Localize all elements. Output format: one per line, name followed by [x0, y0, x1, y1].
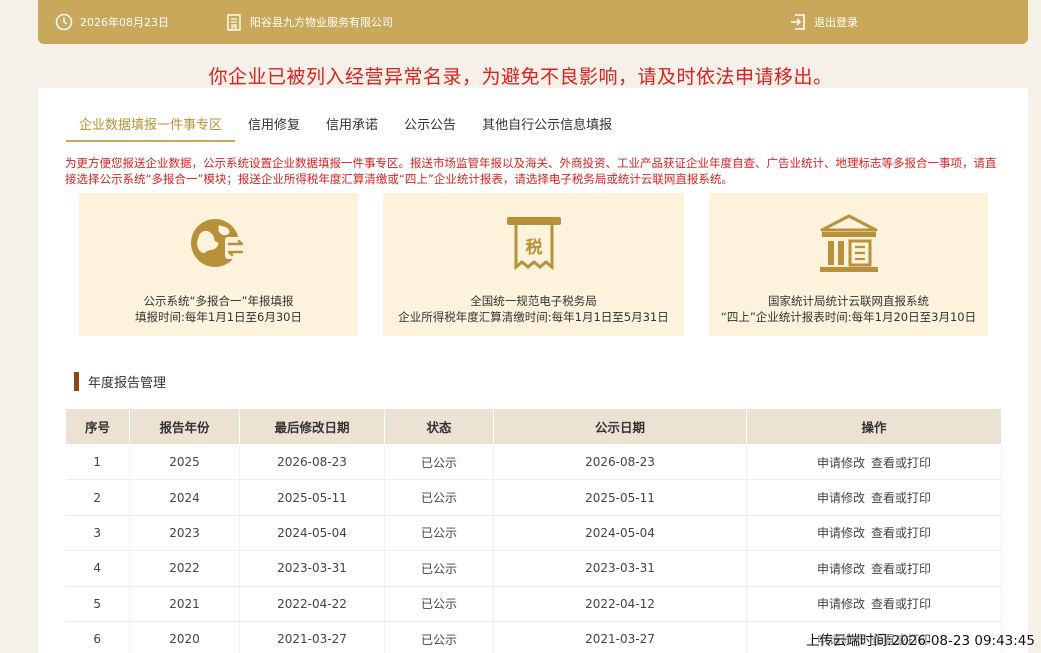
- view-print-link[interactable]: 查看或打印: [871, 526, 931, 540]
- upload-timestamp: 上传云端时间:2026-08-23 09:43:45: [806, 633, 1035, 649]
- section-title: 年度报告管理: [74, 372, 166, 391]
- tile-annual-report-title: 公示系统“多报合一”年报填报: [143, 294, 294, 308]
- table-row: 4 2022 2023-03-31 已公示 2023-03-31 申请修改 查看或打印: [65, 550, 1002, 587]
- cell-status: 已公示: [384, 444, 494, 481]
- cell-no: 3: [65, 515, 130, 552]
- apply-modify-link[interactable]: 申请修改: [817, 456, 865, 470]
- cell-published: 2024-05-04: [493, 515, 747, 552]
- company-display: 阳谷县九方物业服务有限公司: [224, 0, 393, 44]
- cell-published: 2025-05-11: [493, 479, 747, 516]
- apply-modify-link[interactable]: 申请修改: [817, 597, 865, 611]
- main-panel: 企业数据填报一件事专区 信用修复 信用承诺 公示公告 其他自行公示信息填报 为更…: [38, 88, 1028, 653]
- cell-status: 已公示: [384, 621, 494, 653]
- company-name: 阳谷县九方物业服务有限公司: [250, 16, 393, 29]
- view-print-link[interactable]: 查看或打印: [871, 491, 931, 505]
- cell-no: 6: [65, 621, 130, 653]
- cell-modified: 2024-05-04: [239, 515, 385, 552]
- cell-year: 2025: [129, 444, 240, 481]
- cell-no: 2: [65, 479, 130, 516]
- table-body: 1 2025 2026-08-23 已公示 2026-08-23 申请修改 查看或打印 2 20…: [65, 444, 1002, 653]
- tile-e-tax[interactable]: 税 全国统一规范电子税务局 企业所得税年度汇算清缴时间:每年1月1日至5月31日: [383, 193, 684, 336]
- globe-exchange-icon: [187, 213, 251, 277]
- cell-actions: 申请修改 查看或打印: [746, 479, 1002, 516]
- cell-published: 2023-03-31: [493, 550, 747, 587]
- date-display: 2026年08月23日: [54, 0, 169, 44]
- tab-other-disclosure[interactable]: 其他自行公示信息填报: [469, 106, 625, 142]
- abnormal-list-notice: 你企业已被列入经营异常名录，为避免不良影响，请及时依法申请移出。: [208, 66, 833, 88]
- col-header-status: 状态: [384, 408, 494, 445]
- table-row: 3 2023 2024-05-04 已公示 2024-05-04 申请修改 查看或打印: [65, 515, 1002, 552]
- cell-modified: 2025-05-11: [239, 479, 385, 516]
- svg-text:税: 税: [525, 237, 542, 258]
- top-bar: 2026年08月23日 阳谷县九方物业服务有限公司 退出登录: [38, 0, 1028, 44]
- cell-status: 已公示: [384, 479, 494, 516]
- tile-e-tax-title: 全国统一规范电子税务局: [470, 294, 597, 308]
- table-row: 1 2025 2026-08-23 已公示 2026-08-23 申请修改 查看或打印: [65, 444, 1002, 481]
- col-header-published: 公示日期: [493, 408, 747, 445]
- logout-icon: [788, 12, 808, 32]
- tile-annual-report[interactable]: 公示系统“多报合一”年报填报 填报时间:每年1月1日至6月30日: [79, 193, 358, 336]
- cell-modified: 2023-03-31: [239, 550, 385, 587]
- cell-status: 已公示: [384, 550, 494, 587]
- cell-year: 2021: [129, 586, 240, 622]
- tile-statistics[interactable]: 国家统计局统计云联网直报系统 “四上”企业统计报表时间:每年1月20日至3月10…: [709, 193, 988, 336]
- table-header-row: 序号 报告年份 最后修改日期 状态 公示日期 操作: [65, 408, 1002, 445]
- annual-report-table: 序号 报告年份 最后修改日期 状态 公示日期 操作 1 2025 2026-08-2…: [65, 408, 1002, 653]
- table-row: 5 2021 2022-04-22 已公示 2022-04-12 申请修改 查看或打印: [65, 586, 1002, 622]
- cell-actions: 申请修改 查看或打印: [746, 550, 1002, 587]
- date-text: 2026年08月23日: [80, 16, 169, 29]
- col-header-no: 序号: [65, 408, 130, 445]
- cell-no: 1: [65, 444, 130, 481]
- apply-modify-link[interactable]: 申请修改: [817, 491, 865, 505]
- tab-public-notice[interactable]: 公示公告: [391, 106, 469, 142]
- col-header-actions: 操作: [746, 408, 1002, 445]
- section-marker: [74, 372, 79, 391]
- government-building-icon: [817, 213, 881, 279]
- view-print-link[interactable]: 查看或打印: [871, 597, 931, 611]
- apply-modify-link[interactable]: 申请修改: [817, 526, 865, 540]
- col-header-modified: 最后修改日期: [239, 408, 385, 445]
- cell-status: 已公示: [384, 586, 494, 622]
- cell-actions: 申请修改 查看或打印: [746, 586, 1002, 622]
- clock-icon: [54, 12, 74, 32]
- tab-data-filing[interactable]: 企业数据填报一件事专区: [66, 106, 236, 142]
- cell-year: 2023: [129, 515, 240, 552]
- cell-actions: 申请修改 查看或打印: [746, 515, 1002, 552]
- tile-statistics-period: “四上”企业统计报表时间:每年1月20日至3月10日: [720, 310, 977, 324]
- cell-modified: 2026-08-23: [239, 444, 385, 481]
- col-header-year: 报告年份: [129, 408, 240, 445]
- apply-modify-link[interactable]: 申请修改: [817, 562, 865, 576]
- cell-actions: 申请修改 查看或打印: [746, 444, 1002, 481]
- cell-no: 4: [65, 550, 130, 587]
- cell-modified: 2021-03-27: [239, 621, 385, 653]
- cell-published: 2021-03-27: [493, 621, 747, 653]
- tab-credit-commitment[interactable]: 信用承诺: [313, 106, 391, 142]
- tile-e-tax-period: 企业所得税年度汇算清缴时间:每年1月1日至5月31日: [398, 310, 669, 324]
- tile-annual-report-period: 填报时间:每年1月1日至6月30日: [135, 310, 302, 324]
- cell-modified: 2022-04-22: [239, 586, 385, 622]
- logout-label[interactable]: 退出登录: [814, 14, 858, 30]
- intro-text: 为更方便您报送企业数据，公示系统设置企业数据填报一件事专区。报送市场监管年报以及…: [65, 156, 997, 186]
- cell-year: 2022: [129, 550, 240, 587]
- tab-bar: 企业数据填报一件事专区 信用修复 信用承诺 公示公告 其他自行公示信息填报: [66, 106, 625, 142]
- logout-button[interactable]: 退出登录: [788, 0, 858, 44]
- cell-status: 已公示: [384, 515, 494, 552]
- tab-credit-repair[interactable]: 信用修复: [235, 106, 313, 142]
- cell-year: 2020: [129, 621, 240, 653]
- tax-ticket-icon: 税: [503, 213, 565, 279]
- section-title-text: 年度报告管理: [88, 376, 167, 391]
- table-row: 2 2024 2025-05-11 已公示 2025-05-11 申请修改 查看或打印: [65, 479, 1002, 516]
- building-icon: [224, 12, 244, 32]
- cell-no: 5: [65, 586, 130, 622]
- cell-published: 2022-04-12: [493, 586, 747, 622]
- view-print-link[interactable]: 查看或打印: [871, 562, 931, 576]
- cell-year: 2024: [129, 479, 240, 516]
- view-print-link[interactable]: 查看或打印: [871, 456, 931, 470]
- cell-published: 2026-08-23: [493, 444, 747, 481]
- tile-statistics-title: 国家统计局统计云联网直报系统: [768, 294, 929, 308]
